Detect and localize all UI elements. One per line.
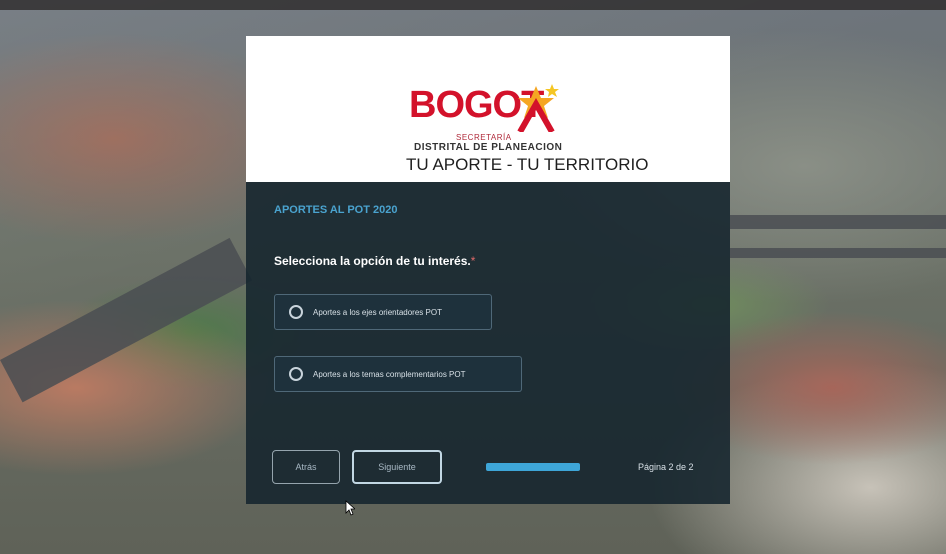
logo-secretaria: SECRETARÍA [456, 133, 512, 142]
logo-tagline: TU APORTE - TU TERRITORIO [406, 155, 649, 174]
option-ejes-orientadores[interactable]: Aportes a los ejes orientadores POT [274, 294, 492, 330]
progress-bar-fill [486, 463, 580, 471]
option-temas-complementarios[interactable]: Aportes a los temas complementarios POT [274, 356, 522, 392]
radio-circle-icon[interactable] [289, 305, 303, 319]
required-mark: * [470, 254, 476, 268]
highway-decoration [730, 215, 946, 229]
header-logo-panel: BOGOT SECRETARÍA DISTRITAL DE PLANEACION… [246, 36, 730, 182]
page-indicator: Página 2 de 2 [638, 462, 694, 472]
question-text: Selecciona la opción de tu interés. [274, 254, 471, 268]
next-button[interactable]: Siguiente [352, 450, 442, 484]
mouse-cursor-icon [345, 500, 355, 516]
radio-circle-icon[interactable] [289, 367, 303, 381]
logo-distrital: DISTRITAL DE PLANEACION [414, 142, 563, 153]
option-label: Aportes a los ejes orientadores POT [313, 307, 442, 317]
back-button[interactable]: Atrás [272, 450, 340, 484]
section-title: APORTES AL POT 2020 [274, 204, 398, 216]
highway-decoration [730, 248, 946, 258]
logo-star-icon [517, 84, 559, 132]
progress-bar [486, 463, 580, 471]
form-panel: APORTES AL POT 2020 Selecciona la opción… [246, 182, 730, 504]
option-label: Aportes a los temas complementarios POT [313, 369, 466, 379]
question-label: Selecciona la opción de tu interés.* [274, 254, 475, 268]
top-strip [0, 0, 946, 10]
